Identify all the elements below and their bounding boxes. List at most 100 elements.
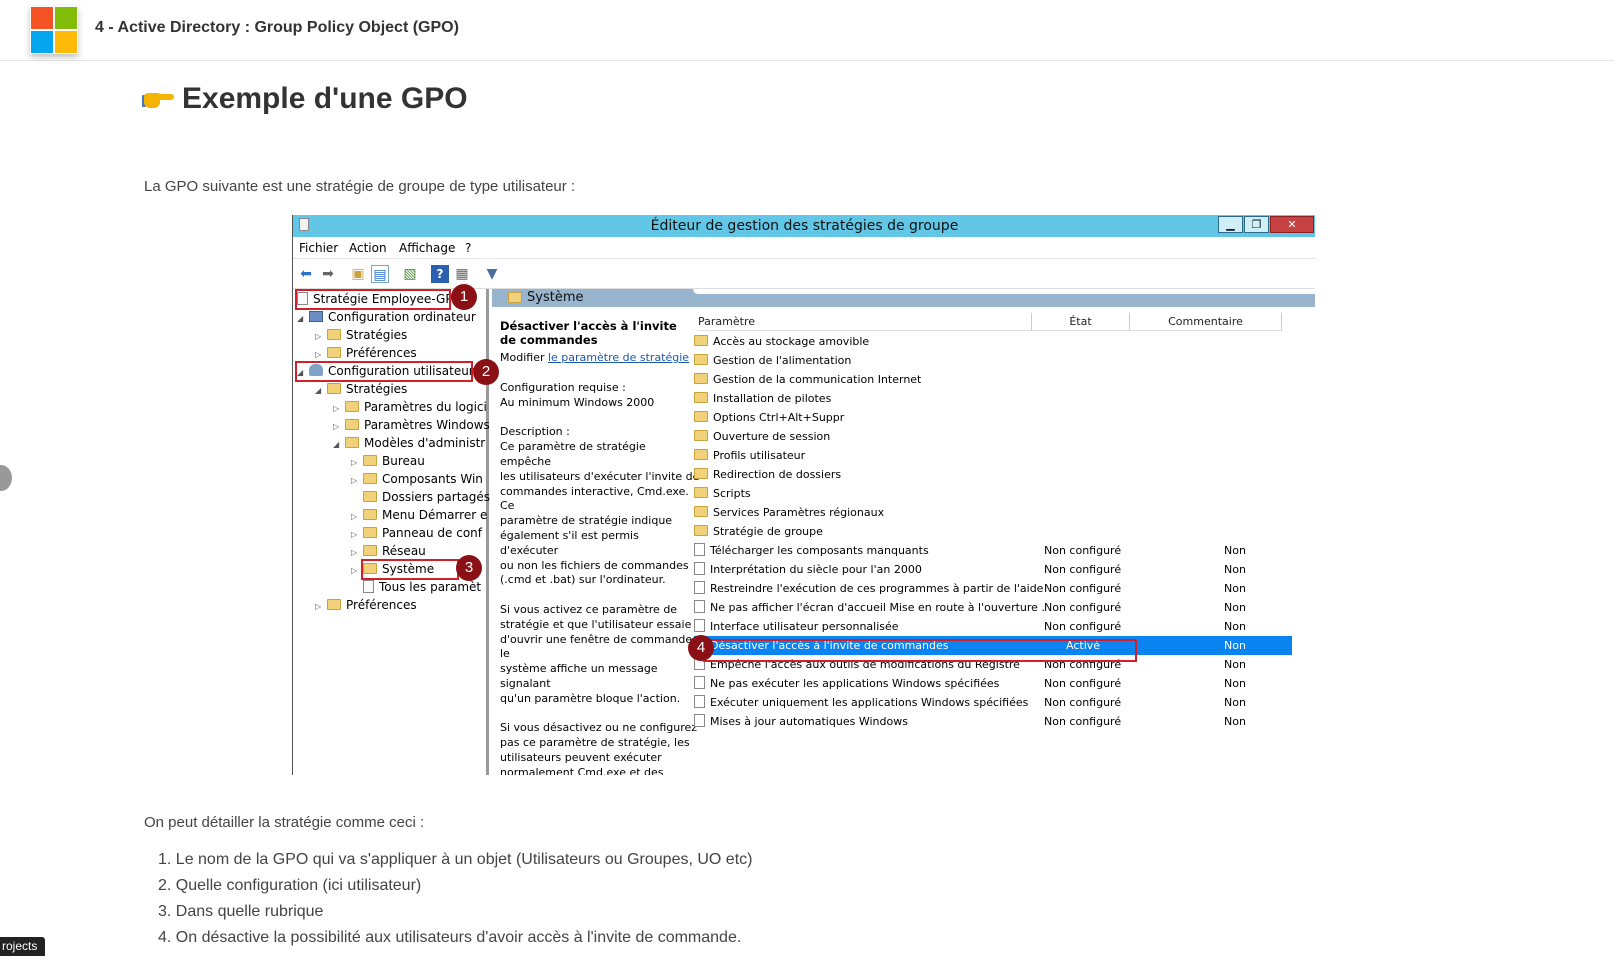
tree-item-user-strategies[interactable]: ◢ Stratégies (315, 381, 407, 397)
tree-item-preferences[interactable]: ▷ Préférences (315, 345, 417, 361)
folder-icon (327, 383, 341, 394)
table-row[interactable]: Accès au stockage amovible (694, 332, 1292, 351)
setting-comment: Non (1224, 658, 1246, 671)
column-header-commentaire[interactable]: Commentaire (1130, 313, 1282, 331)
annotation-badge-1: 1 (451, 284, 477, 310)
folder-icon (363, 473, 377, 484)
expanded-arrow-icon[interactable]: ◢ (333, 437, 345, 453)
edit-line: Modifier le paramètre de stratégie (500, 351, 690, 364)
menu-action[interactable]: Action (349, 241, 387, 255)
collapsed-arrow-icon[interactable]: ▷ (351, 473, 363, 489)
folder-icon (327, 347, 341, 358)
policy-setting-icon (694, 581, 705, 594)
top-bar: 4 - Active Directory : Group Policy Obje… (0, 0, 1614, 61)
expanded-arrow-icon[interactable]: ◢ (315, 383, 327, 399)
table-row[interactable]: Ne pas afficher l'écran d'accueil Mise e… (694, 598, 1292, 617)
folder-icon (694, 506, 708, 517)
table-row[interactable]: Installation de pilotes (694, 389, 1292, 408)
tree-item-user-preferences[interactable]: ▷ Préférences (315, 597, 417, 613)
properties-icon[interactable]: ▦ (453, 265, 471, 283)
minimize-button[interactable]: ▁ (1218, 216, 1243, 233)
table-row[interactable]: Stratégie de groupe (694, 522, 1292, 541)
collapsed-arrow-icon[interactable]: ▷ (351, 527, 363, 543)
policy-setting-icon (694, 695, 705, 708)
tree-item-shared-folders[interactable]: Dossiers partagés (351, 489, 490, 505)
filter-icon[interactable]: ▼ (483, 265, 501, 283)
tree-item-all-settings[interactable]: Tous les paramèt (351, 579, 481, 595)
collapsed-arrow-icon[interactable]: ▷ (315, 599, 327, 615)
close-button[interactable]: ✕ (1270, 216, 1314, 233)
maximize-button[interactable]: ❐ (1244, 216, 1269, 233)
course-title[interactable]: 4 - Active Directory : Group Policy Obje… (95, 19, 459, 37)
page-title: Exemple d'une GPO (142, 82, 468, 116)
table-row[interactable]: Options Ctrl+Alt+Suppr (694, 408, 1292, 427)
show-tree-icon[interactable]: ▤ (371, 265, 389, 283)
up-folder-icon[interactable]: ▣ (349, 265, 367, 283)
tree-item-strategies[interactable]: ▷ Stratégies (315, 327, 407, 343)
collapsed-arrow-icon[interactable]: ▷ (333, 419, 345, 435)
table-row[interactable]: Services Paramètres régionaux (694, 503, 1292, 522)
folder-icon (694, 487, 708, 498)
folder-icon (363, 527, 377, 538)
policy-setting-icon (694, 619, 705, 632)
setting-state: Non configuré (1044, 715, 1122, 728)
table-row[interactable]: Ne pas exécuter les applications Windows… (694, 674, 1292, 693)
menu-bar: Fichier Action Affichage ? (293, 237, 1315, 259)
tree-item-computer-config[interactable]: ◢ Configuration ordinateur (297, 309, 476, 325)
column-header-parametre[interactable]: Paramètre (698, 313, 1032, 331)
collapsed-arrow-icon[interactable]: ▷ (315, 329, 327, 345)
help-icon[interactable]: ? (431, 265, 449, 283)
tree-item-software-settings[interactable]: ▷ Paramètres du logici (333, 399, 487, 415)
table-row[interactable]: Gestion de la communication Internet (694, 370, 1292, 389)
table-row[interactable]: Interface utilisateur personnalisée Non c… (694, 617, 1292, 636)
table-row[interactable]: Ouverture de session (694, 427, 1292, 446)
expanded-arrow-icon[interactable]: ◢ (297, 311, 309, 327)
setting-state: Non configuré (1044, 544, 1122, 557)
tree-item-windows-settings[interactable]: ▷ Paramètres Windows (333, 417, 490, 433)
table-row[interactable]: Redirection de dossiers (694, 465, 1292, 484)
folder-icon (694, 354, 708, 365)
table-row[interactable]: Gestion de l'alimentation (694, 351, 1292, 370)
back-arrow-icon[interactable]: ⬅ (297, 265, 315, 283)
folder-icon (694, 392, 708, 403)
tree-item-control-panel[interactable]: ▷ Panneau de conf (351, 525, 482, 541)
table-row[interactable]: Interprétation du siècle pour l'an 2000 N… (694, 560, 1292, 579)
annotation-badge-3: 3 (456, 555, 482, 581)
folder-icon (345, 401, 359, 412)
menu-affichage[interactable]: Affichage (399, 241, 455, 255)
folder-icon (694, 335, 708, 346)
table-row[interactable]: Mises à jour automatiques Windows Non con… (694, 712, 1292, 731)
column-header-etat[interactable]: État (1032, 313, 1130, 331)
tree-item-windows-components[interactable]: ▷ Composants Win (351, 471, 483, 487)
table-row[interactable]: Télécharger les composants manquants Non … (694, 541, 1292, 560)
tree-item-admin-templates[interactable]: ◢ Modèles d'administr (333, 435, 485, 451)
setting-title: Désactiver l'accès à l'invite de command… (500, 319, 677, 347)
table-row[interactable]: Scripts (694, 484, 1292, 503)
tree-item-network[interactable]: ▷ Réseau (351, 543, 426, 559)
menu-help[interactable]: ? (465, 241, 471, 255)
menu-fichier[interactable]: Fichier (299, 241, 338, 255)
side-toggle[interactable] (0, 465, 12, 491)
setting-state: Non configuré (1044, 582, 1122, 595)
forward-arrow-icon[interactable]: ➡ (319, 265, 337, 283)
settings-list-icon (363, 580, 374, 593)
highlight-user-config (295, 361, 473, 382)
toolbar: ⬅ ➡ ▣ ▤ ▧ ? ▦ ▼ (293, 259, 1315, 289)
tree-item-start-menu[interactable]: ▷ Menu Démarrer e (351, 507, 487, 523)
collapsed-arrow-icon[interactable]: ▷ (351, 455, 363, 471)
table-row[interactable]: Exécuter uniquement les applications Win… (694, 693, 1292, 712)
projects-badge[interactable]: rojects (0, 937, 46, 956)
tree-item-bureau[interactable]: ▷ Bureau (351, 453, 425, 469)
table-row[interactable]: Profils utilisateur (694, 446, 1292, 465)
gpo-editor-screenshot: Éditeur de gestion des stratégies de gro… (292, 215, 1315, 775)
collapsed-arrow-icon[interactable]: ▷ (333, 401, 345, 417)
collapsed-arrow-icon[interactable]: ▷ (351, 509, 363, 525)
microsoft-logo-icon[interactable] (30, 6, 78, 54)
detail-pane: Désactiver l'accès à l'invite de command… (492, 289, 699, 775)
table-row[interactable]: Restreindre l'exécution de ces programme… (694, 579, 1292, 598)
edit-policy-link[interactable]: le paramètre de stratégie (548, 351, 689, 364)
setting-comment: Non (1224, 544, 1246, 557)
policy-setting-icon (694, 676, 705, 689)
folder-icon (363, 491, 377, 502)
export-icon[interactable]: ▧ (401, 265, 419, 283)
